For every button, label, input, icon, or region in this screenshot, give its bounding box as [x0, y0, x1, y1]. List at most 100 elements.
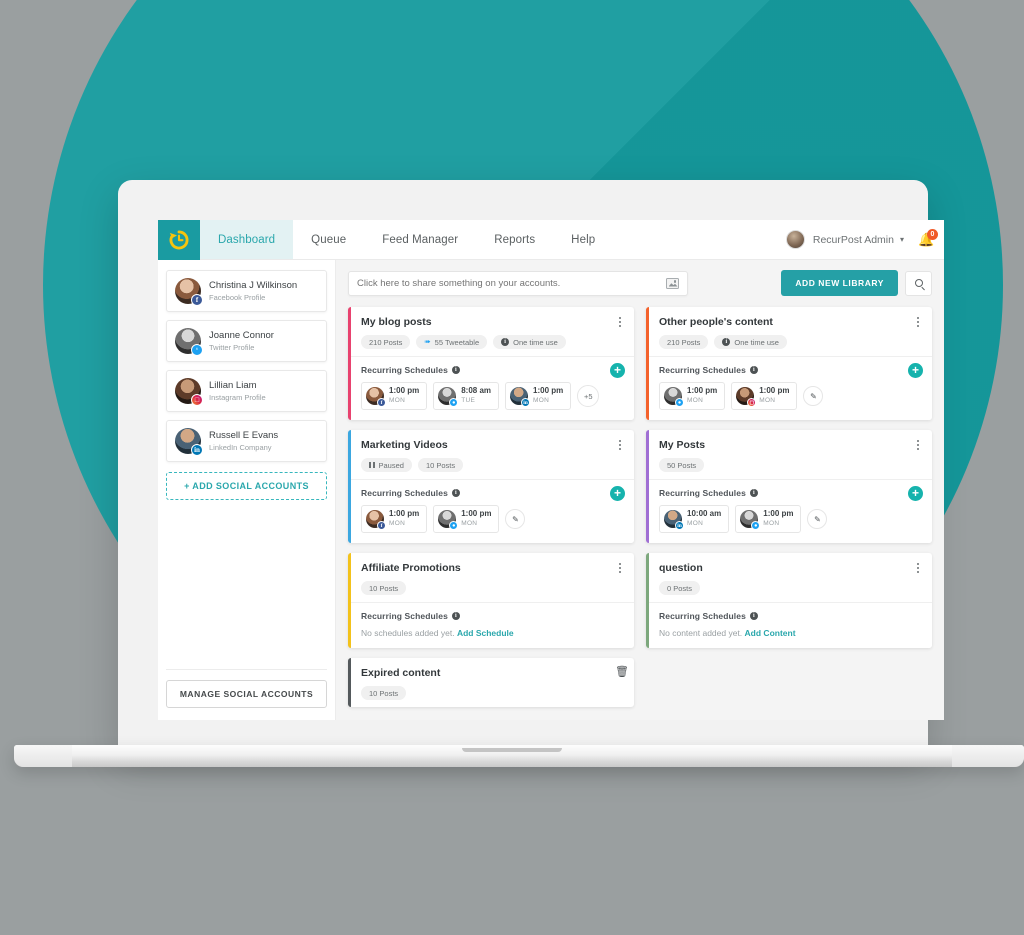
recurpost-clock-logo-icon[interactable]	[158, 220, 200, 260]
add-schedule-button[interactable]: +	[610, 486, 625, 501]
card-pills: 0 Posts	[659, 581, 922, 595]
account-name: Lillian Liam	[209, 379, 257, 391]
user-avatar[interactable]	[785, 230, 805, 249]
kebab-menu-icon[interactable]	[913, 316, 923, 328]
share-input[interactable]	[357, 277, 666, 289]
nav-item-queue[interactable]: Queue	[293, 220, 364, 259]
nav-item-feed-manager[interactable]: Feed Manager	[364, 220, 476, 259]
library-card-my-posts[interactable]: My Posts 50 Posts Recurring Schedules i	[646, 430, 932, 543]
trash-icon[interactable]: 🗑	[615, 666, 629, 678]
info-icon[interactable]: i	[451, 366, 460, 374]
kebab-menu-icon[interactable]	[615, 439, 625, 451]
schedule-chip[interactable]: in 1:00 pm MON	[505, 382, 572, 410]
instagram-icon: □	[191, 394, 203, 406]
sidebar-account-russell[interactable]: in Russell E Evans LinkedIn Company	[166, 420, 327, 462]
card-header: Expired content 🗑 10 Posts	[351, 658, 634, 707]
recurring-schedules-label: Recurring Schedules i	[361, 611, 624, 621]
library-card-affiliate-promotions[interactable]: Affiliate Promotions 10 Posts Recurring …	[348, 553, 634, 648]
info-icon[interactable]: i	[749, 612, 758, 620]
pill-posts: 10 Posts	[361, 581, 407, 595]
notifications-button[interactable]: 🔔 0	[918, 228, 938, 249]
facebook-icon: f	[377, 521, 386, 530]
add-schedule-button[interactable]: +	[908, 363, 923, 378]
card-title: Marketing Videos	[361, 439, 448, 451]
library-card-marketing-videos[interactable]: Marketing Videos Paused 10 Posts Recurri…	[348, 430, 634, 543]
kebab-menu-icon[interactable]	[615, 316, 625, 328]
main-actions: ADD NEW LIBRARY	[781, 270, 932, 296]
share-composer[interactable]	[348, 270, 688, 296]
pill-posts: 0 Posts	[659, 581, 701, 595]
app-body: f Christina J Wilkinson Facebook Profile…	[158, 260, 944, 720]
edit-schedules-button[interactable]: ✎	[505, 509, 526, 529]
info-icon: i	[501, 338, 510, 346]
sidebar-account-joanne[interactable]: ᵗ Joanne Connor Twitter Profile	[166, 320, 327, 362]
facebook-icon: f	[377, 398, 386, 407]
add-schedule-button[interactable]: +	[908, 486, 923, 501]
search-button[interactable]	[905, 270, 932, 296]
schedule-chip[interactable]: ● 1:00 pm MON	[433, 505, 500, 533]
pill-one-time-use: i One time use	[493, 335, 566, 349]
card-title: question	[659, 562, 703, 574]
schedule-chip[interactable]: f 1:00 pm MON	[361, 382, 428, 410]
schedule-chip[interactable]: ● 1:00 pm MON	[735, 505, 802, 533]
recurring-schedules-label: Recurring Schedules i	[659, 611, 922, 621]
edit-schedules-button[interactable]: ✎	[807, 509, 828, 529]
info-icon: i	[722, 338, 731, 346]
nav-item-help[interactable]: Help	[553, 220, 613, 259]
sidebar: f Christina J Wilkinson Facebook Profile…	[158, 260, 336, 720]
laptop-trackpad-notch	[462, 748, 562, 752]
add-content-link[interactable]: Add Content	[745, 628, 796, 638]
info-icon[interactable]: i	[451, 612, 460, 620]
card-pills: 210 Posts ➠ 55 Tweetable i One time use	[361, 335, 624, 349]
image-attachment-icon[interactable]	[666, 277, 679, 289]
twitter-icon: ●	[675, 398, 684, 407]
kebab-menu-icon[interactable]	[615, 562, 625, 574]
schedule-day: MON	[533, 397, 550, 404]
schedule-time: 1:00 pm	[763, 509, 794, 518]
schedule-day: MON	[461, 520, 478, 527]
sidebar-account-christina[interactable]: f Christina J Wilkinson Facebook Profile	[166, 270, 327, 312]
library-card-question[interactable]: question 0 Posts Recurring Schedules i N…	[646, 553, 932, 648]
library-card-expired-content[interactable]: Expired content 🗑 10 Posts	[348, 658, 634, 707]
manage-social-accounts-button[interactable]: MANAGE SOCIAL ACCOUNTS	[166, 680, 327, 708]
schedule-chip[interactable]: ● 8:08 am TUE	[433, 382, 500, 410]
edit-schedules-button[interactable]: ✎	[803, 386, 824, 406]
account-name[interactable]: RecurPost Admin	[813, 234, 894, 246]
recurring-schedules-label: Recurring Schedules i	[659, 365, 922, 375]
kebab-menu-icon[interactable]	[913, 562, 923, 574]
card-header: Marketing Videos Paused 10 Posts	[351, 430, 634, 480]
card-title: My Posts	[659, 439, 706, 451]
schedule-chip[interactable]: f 1:00 pm MON	[361, 505, 428, 533]
card-body: Recurring Schedules i + f 1:00 pm MON ● …	[351, 357, 634, 420]
card-pills: Paused 10 Posts	[361, 458, 624, 472]
notification-badge: 0	[927, 228, 938, 240]
account-name: Russell E Evans	[209, 429, 279, 441]
library-card-my-blog-posts[interactable]: My blog posts 210 Posts ➠ 55 Tweetable iO…	[348, 307, 634, 420]
library-card-other-peoples-content[interactable]: Other people's content 210 Posts i One ti…	[646, 307, 932, 420]
schedule-chip[interactable]: ● 1:00 pm MON	[659, 382, 726, 410]
nav-label: Dashboard	[218, 233, 276, 246]
info-icon[interactable]: i	[749, 366, 758, 374]
add-social-accounts-button[interactable]: + ADD SOCIAL ACCOUNTS	[166, 472, 327, 500]
kebab-menu-icon[interactable]	[913, 439, 923, 451]
chevron-down-icon[interactable]: ▾	[900, 235, 904, 244]
info-icon[interactable]: i	[451, 489, 460, 497]
account-name: Joanne Connor	[209, 329, 274, 341]
schedule-chip[interactable]: ◻ 1:00 pm MON	[731, 382, 798, 410]
account-type: Instagram Profile	[209, 392, 266, 402]
schedule-chip[interactable]: in 10:00 am MON	[659, 505, 730, 533]
sidebar-account-lillian[interactable]: □ Lillian Liam Instagram Profile	[166, 370, 327, 412]
pill-posts: 210 Posts	[361, 335, 411, 349]
info-icon[interactable]: i	[749, 489, 758, 497]
schedule-day: MON	[759, 397, 776, 404]
card-title: Expired content	[361, 667, 441, 679]
schedule-day: MON	[763, 520, 780, 527]
add-schedule-link[interactable]: Add Schedule	[457, 628, 514, 638]
more-schedules-button[interactable]: +5	[577, 385, 600, 407]
pill-tweetable: ➠ 55 Tweetable	[416, 335, 488, 349]
card-title: Other people's content	[659, 316, 773, 328]
nav-item-reports[interactable]: Reports	[476, 220, 553, 259]
add-new-library-button[interactable]: ADD NEW LIBRARY	[781, 270, 898, 296]
add-schedule-button[interactable]: +	[610, 363, 625, 378]
nav-item-dashboard[interactable]: Dashboard	[200, 220, 294, 259]
